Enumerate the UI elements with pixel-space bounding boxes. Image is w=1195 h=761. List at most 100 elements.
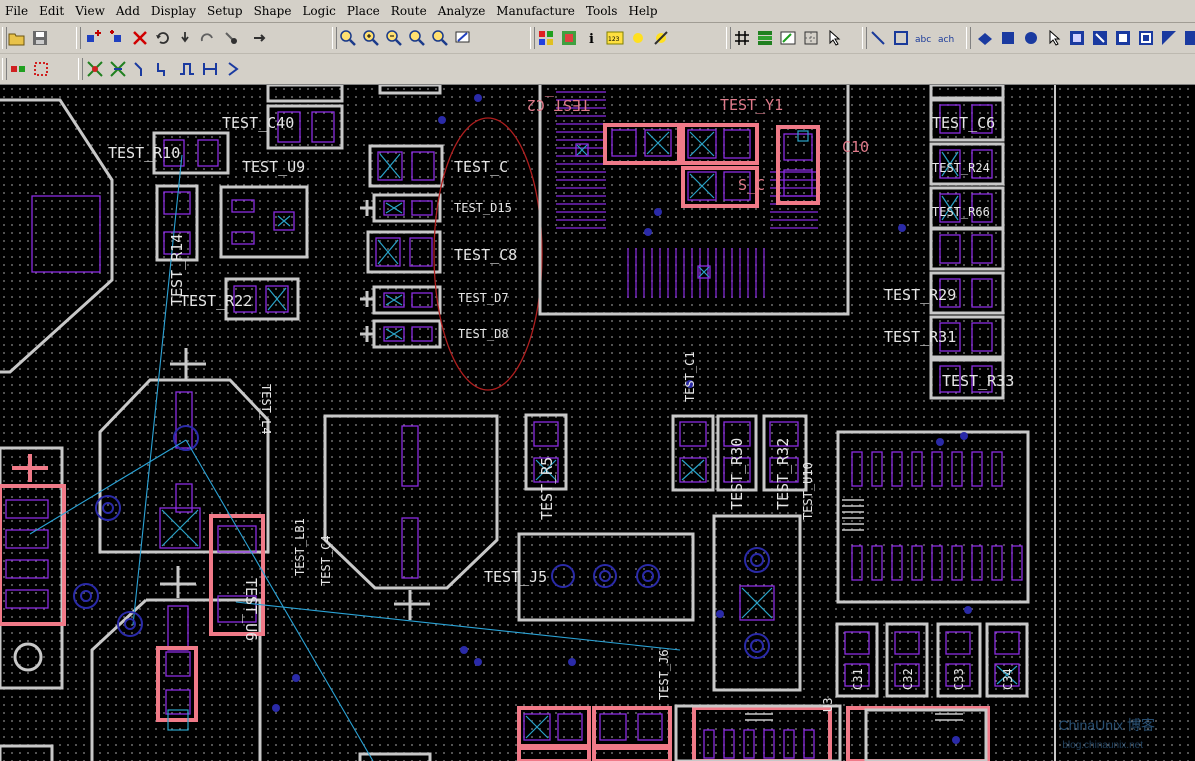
refdes-label: TEST_D15: [454, 201, 512, 215]
watermark: ChinaUnix 博客: [1058, 717, 1155, 733]
toolbar-grip[interactable]: [2, 58, 7, 80]
menu-view[interactable]: View: [70, 0, 111, 22]
custom-smooth-icon[interactable]: [177, 59, 197, 79]
info-icon[interactable]: i: [582, 28, 602, 48]
zoom-in-icon[interactable]: [361, 28, 381, 48]
layer-color-icon[interactable]: [559, 28, 579, 48]
measure-icon[interactable]: [801, 28, 821, 48]
pcb-layout[interactable]: TEST_R10 TEST_U9 TEST_C40 TEST_R14 TEST_…: [0, 85, 1195, 761]
toolbar-grip[interactable]: [332, 27, 337, 49]
menu-display[interactable]: Display: [146, 0, 202, 22]
color-icon[interactable]: [536, 28, 556, 48]
add-text-icon[interactable]: abc: [914, 28, 934, 48]
menu-analyze[interactable]: Analyze: [433, 0, 492, 22]
dehighlight-icon[interactable]: [651, 28, 671, 48]
properties-icon[interactable]: 123: [605, 28, 625, 48]
refdes-label: TEST_R10: [108, 144, 180, 162]
zoom-out-icon[interactable]: [384, 28, 404, 48]
move-icon[interactable]: [107, 28, 127, 48]
refdes-label: S_C: [738, 176, 765, 194]
toolbar-grip[interactable]: [530, 27, 535, 49]
slide-icon[interactable]: [131, 59, 151, 79]
text-icon[interactable]: [778, 28, 798, 48]
last-pick-icon[interactable]: [250, 28, 270, 48]
refdes-label: TEST_U9: [242, 158, 305, 176]
circle-shape-icon[interactable]: [1021, 28, 1041, 48]
void-rect-icon[interactable]: [1136, 28, 1156, 48]
zoom-world-icon[interactable]: [430, 28, 450, 48]
ratsnest-icon[interactable]: [85, 59, 105, 79]
fill-shape-icon[interactable]: [998, 28, 1018, 48]
delay-tune-icon[interactable]: [154, 59, 174, 79]
unrats-icon[interactable]: [221, 28, 241, 48]
menu-edit[interactable]: Edit: [34, 0, 70, 22]
highlighted-component: [603, 123, 681, 165]
undo-icon[interactable]: [153, 28, 173, 48]
redraw-icon[interactable]: [453, 28, 473, 48]
svg-text:ach: ach: [938, 35, 954, 45]
add-rect-icon[interactable]: [891, 28, 911, 48]
menu-manufacture[interactable]: Manufacture: [491, 0, 581, 22]
menu-setup[interactable]: Setup: [202, 0, 249, 22]
menu-tools[interactable]: Tools: [581, 0, 624, 22]
route-connect-icon[interactable]: [108, 59, 128, 79]
zoom-fit-icon[interactable]: [338, 28, 358, 48]
refdes-label: TEST_Y1: [720, 96, 783, 114]
menu-add[interactable]: Add: [111, 0, 146, 22]
refdes-label: TEST_D7: [458, 291, 509, 305]
component-outline: [0, 98, 114, 374]
via: [272, 94, 972, 744]
zoom-prev-icon[interactable]: [407, 28, 427, 48]
void-icon[interactable]: [1044, 28, 1064, 48]
toolbar-grip[interactable]: [76, 27, 81, 49]
refdes-label: TEST_R24: [932, 161, 990, 175]
open-file-icon[interactable]: [7, 28, 27, 48]
menu-place[interactable]: Place: [342, 0, 386, 22]
refdes-label: TEST_R31: [884, 328, 956, 346]
refdes-label: TEST_R5: [538, 457, 556, 520]
menu-shape[interactable]: Shape: [249, 0, 298, 22]
refdes-label: TEST_R66: [932, 205, 990, 219]
pick-icon[interactable]: [198, 28, 218, 48]
refdes-label: TEST_C: [454, 158, 508, 176]
corner-icon[interactable]: [1159, 28, 1179, 48]
place-part-icon[interactable]: [84, 28, 104, 48]
svg-text:123: 123: [608, 36, 620, 43]
refdes-label: C10: [842, 138, 869, 156]
shape-icon[interactable]: [975, 28, 995, 48]
drc-icon[interactable]: [8, 59, 28, 79]
copy-icon[interactable]: [1113, 28, 1133, 48]
delete-icon[interactable]: [130, 28, 150, 48]
toolbar-grip[interactable]: [862, 27, 867, 49]
layers-icon[interactable]: [755, 28, 775, 48]
menu-logic[interactable]: Logic: [297, 0, 341, 22]
refdes-label: TEST_C4: [319, 535, 333, 586]
toolbar-grip[interactable]: [726, 27, 731, 49]
refdes-label: TEST_C6: [932, 114, 995, 132]
change-text-icon[interactable]: ach: [937, 28, 957, 48]
redo-icon[interactable]: [175, 28, 195, 48]
watermark-url: blog.chinaunix.net: [1062, 740, 1143, 751]
toolbar-grip[interactable]: [78, 58, 83, 80]
component-outline: [836, 430, 1030, 604]
save-icon[interactable]: [30, 28, 50, 48]
refdes-label: C31: [851, 668, 865, 690]
select-icon[interactable]: [824, 28, 844, 48]
cut-icon[interactable]: [1090, 28, 1110, 48]
add-line-icon[interactable]: [868, 28, 888, 48]
menu-file[interactable]: File: [0, 0, 34, 22]
route-icon[interactable]: [1067, 28, 1087, 48]
refdes-label: C32: [901, 668, 915, 690]
menu-help[interactable]: Help: [623, 0, 663, 22]
arrow-right-icon[interactable]: [223, 59, 243, 79]
highlight-icon[interactable]: [628, 28, 648, 48]
drc-update-icon[interactable]: [31, 59, 51, 79]
menu-route[interactable]: Route: [386, 0, 433, 22]
pcb-canvas[interactable]: TEST_R10 TEST_U9 TEST_C40 TEST_R14 TEST_…: [0, 85, 1195, 761]
toolbar-grip[interactable]: [966, 27, 971, 49]
highlighted-component: [0, 484, 66, 626]
spread-icon[interactable]: [200, 59, 220, 79]
menu-bar: File Edit View Add Display Setup Shape Logic Pla…: [0, 0, 1195, 23]
grid-icon[interactable]: [732, 28, 752, 48]
last-icon[interactable]: [1182, 28, 1195, 48]
